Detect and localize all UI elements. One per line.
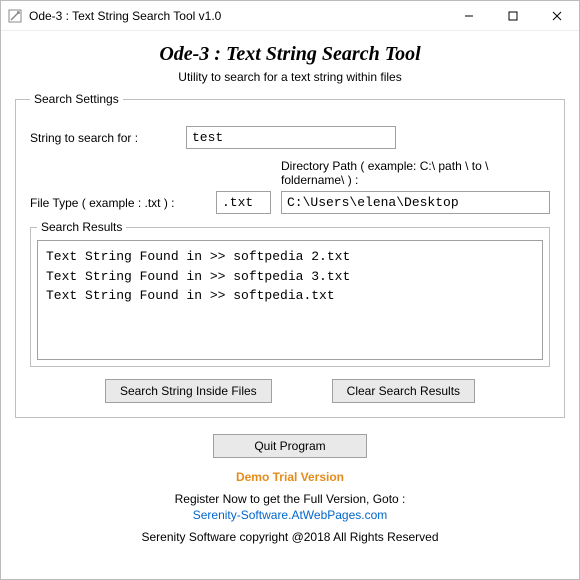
filetype-input[interactable]: [216, 191, 271, 214]
demo-label: Demo Trial Version: [15, 470, 565, 484]
search-results-group: Search Results Text String Found in >> s…: [30, 220, 550, 367]
search-settings-group: Search Settings String to search for : F…: [15, 92, 565, 418]
dirpath-label: Directory Path ( example: C:\ path \ to …: [281, 159, 550, 187]
results-textarea[interactable]: Text String Found in >> softpedia 2.txt …: [37, 240, 543, 360]
clear-results-button[interactable]: Clear Search Results: [332, 379, 475, 403]
app-icon: [7, 8, 23, 24]
register-label: Register Now to get the Full Version, Go…: [15, 492, 565, 506]
close-button[interactable]: [535, 1, 579, 31]
titlebar: Ode-3 : Text String Search Tool v1.0: [1, 1, 579, 31]
copyright-label: Serenity Software copyright @2018 All Ri…: [15, 530, 565, 544]
filetype-label: File Type ( example : .txt ) :: [30, 196, 210, 210]
content-area: Ode-3 : Text String Search Tool Utility …: [1, 31, 579, 579]
search-results-legend: Search Results: [37, 220, 126, 234]
website-link[interactable]: Serenity-Software.AtWebPages.com: [15, 508, 565, 522]
app-subtitle: Utility to search for a text string with…: [15, 70, 565, 84]
search-settings-legend: Search Settings: [30, 92, 123, 106]
maximize-button[interactable]: [491, 1, 535, 31]
quit-button[interactable]: Quit Program: [213, 434, 366, 458]
search-string-input[interactable]: [186, 126, 396, 149]
app-window: Ode-3 : Text String Search Tool v1.0 Ode…: [0, 0, 580, 580]
search-button[interactable]: Search String Inside Files: [105, 379, 272, 403]
dirpath-input[interactable]: [281, 191, 550, 214]
window-title: Ode-3 : Text String Search Tool v1.0: [29, 9, 447, 23]
string-label: String to search for :: [30, 131, 180, 145]
window-controls: [447, 1, 579, 31]
minimize-button[interactable]: [447, 1, 491, 31]
app-title: Ode-3 : Text String Search Tool: [15, 43, 565, 66]
